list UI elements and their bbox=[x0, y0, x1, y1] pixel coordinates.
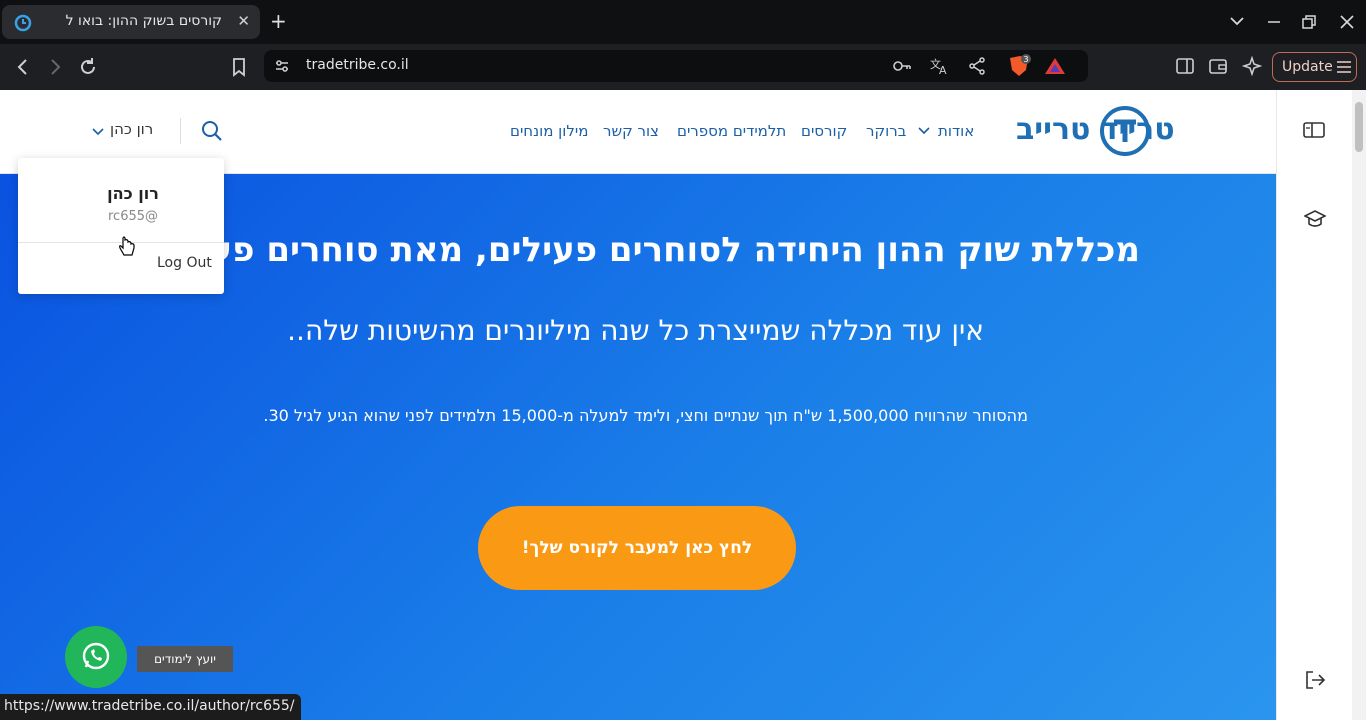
nav-contact[interactable]: צור קשר bbox=[603, 122, 659, 140]
leo-ai-icon[interactable] bbox=[1242, 56, 1262, 76]
user-menu-name: רון כהן bbox=[110, 120, 154, 138]
menu-icon bbox=[1337, 61, 1351, 73]
status-bar-url: https://www.tradetribe.co.il/author/rc65… bbox=[0, 694, 301, 720]
tab-strip: קורסים בשוק ההון: בואו ל ✕ + bbox=[0, 0, 1366, 44]
scrollbar[interactable] bbox=[1352, 90, 1366, 720]
exit-icon[interactable] bbox=[1304, 669, 1326, 691]
whatsapp-button[interactable] bbox=[65, 626, 127, 688]
browser-tab[interactable]: קורסים בשוק ההון: בואו ל ✕ bbox=[2, 5, 260, 39]
url-text: tradetribe.co.il bbox=[306, 57, 409, 73]
dropdown-user-handle[interactable]: rc655@ bbox=[18, 209, 248, 224]
bookmark-icon[interactable] bbox=[228, 56, 250, 78]
share-icon[interactable] bbox=[968, 57, 986, 75]
whatsapp-icon bbox=[82, 642, 110, 670]
nav-glossary[interactable]: מילון מונחים bbox=[510, 122, 588, 140]
brave-rewards-icon[interactable] bbox=[1044, 56, 1066, 76]
web-page: טרייד טרייב אודות ברוקר קורסים תלמידים מ… bbox=[0, 90, 1276, 720]
logout-link[interactable]: Log Out bbox=[157, 255, 212, 271]
course-cta-button[interactable]: לחץ כאן למעבר לקורס שלך! bbox=[478, 506, 796, 590]
reading-list-icon[interactable] bbox=[1303, 121, 1325, 139]
forward-icon[interactable] bbox=[44, 56, 66, 78]
wallet-icon[interactable] bbox=[1209, 57, 1227, 75]
side-panel bbox=[1276, 90, 1352, 720]
nav-students[interactable]: תלמידים מספרים bbox=[677, 122, 786, 140]
close-window-icon[interactable] bbox=[1340, 15, 1354, 29]
restore-icon[interactable] bbox=[1302, 15, 1316, 29]
scroll-thumb[interactable] bbox=[1355, 102, 1363, 152]
close-tab-icon[interactable]: ✕ bbox=[237, 12, 250, 30]
minimize-icon[interactable] bbox=[1268, 20, 1280, 24]
reload-icon[interactable] bbox=[77, 56, 99, 78]
header-divider bbox=[180, 118, 181, 144]
nav-courses[interactable]: קורסים bbox=[801, 122, 847, 140]
update-button[interactable]: Update bbox=[1272, 52, 1357, 82]
sidebar-toggle-icon[interactable] bbox=[1176, 57, 1194, 75]
tab-search-chevron-icon[interactable] bbox=[1230, 16, 1244, 26]
user-dropdown: רון כהן rc655@ Log Out bbox=[18, 158, 224, 294]
hand-cursor-icon bbox=[119, 236, 135, 256]
svg-text:A: A bbox=[939, 64, 947, 75]
nav-broker[interactable]: ברוקר bbox=[866, 122, 906, 140]
nav-about-chevron-icon[interactable] bbox=[918, 127, 930, 135]
address-bar[interactable]: tradetribe.co.il 文A 3 bbox=[264, 50, 1088, 82]
dropdown-user-name[interactable]: רון כהן bbox=[18, 184, 248, 203]
hero-subheadline: אין עוד מכללה שמייצרת כל שנה מיליונרים מ… bbox=[287, 314, 984, 347]
brave-shields-icon[interactable]: 3 bbox=[1006, 54, 1034, 78]
nav-about[interactable]: אודות bbox=[938, 122, 974, 140]
brave-badge-count: 3 bbox=[1024, 55, 1029, 64]
whatsapp-label[interactable]: יועץ לימודים bbox=[137, 646, 233, 672]
translate-icon[interactable]: 文A bbox=[930, 57, 950, 75]
hero-headline: מכללת שוק ההון היחידה לסוחרים פעילים, מא… bbox=[200, 230, 1140, 270]
site-favicon-icon bbox=[14, 14, 32, 32]
hero-description: מהסוחר שהרוויח 1,500,000 ש"ח תוך שנתיים … bbox=[263, 406, 1028, 425]
back-icon[interactable] bbox=[12, 56, 34, 78]
search-icon[interactable] bbox=[200, 119, 224, 143]
new-tab-button[interactable]: + bbox=[270, 9, 287, 33]
site-logo[interactable]: טרייד טרייב bbox=[1016, 112, 1175, 147]
tab-title: קורסים בשוק ההון: בואו ל bbox=[65, 13, 222, 29]
site-settings-icon[interactable] bbox=[274, 58, 290, 74]
user-menu-chevron-icon bbox=[92, 128, 104, 136]
learning-hat-icon[interactable] bbox=[1304, 209, 1326, 229]
password-key-icon[interactable] bbox=[892, 58, 912, 74]
update-label: Update bbox=[1282, 59, 1333, 75]
